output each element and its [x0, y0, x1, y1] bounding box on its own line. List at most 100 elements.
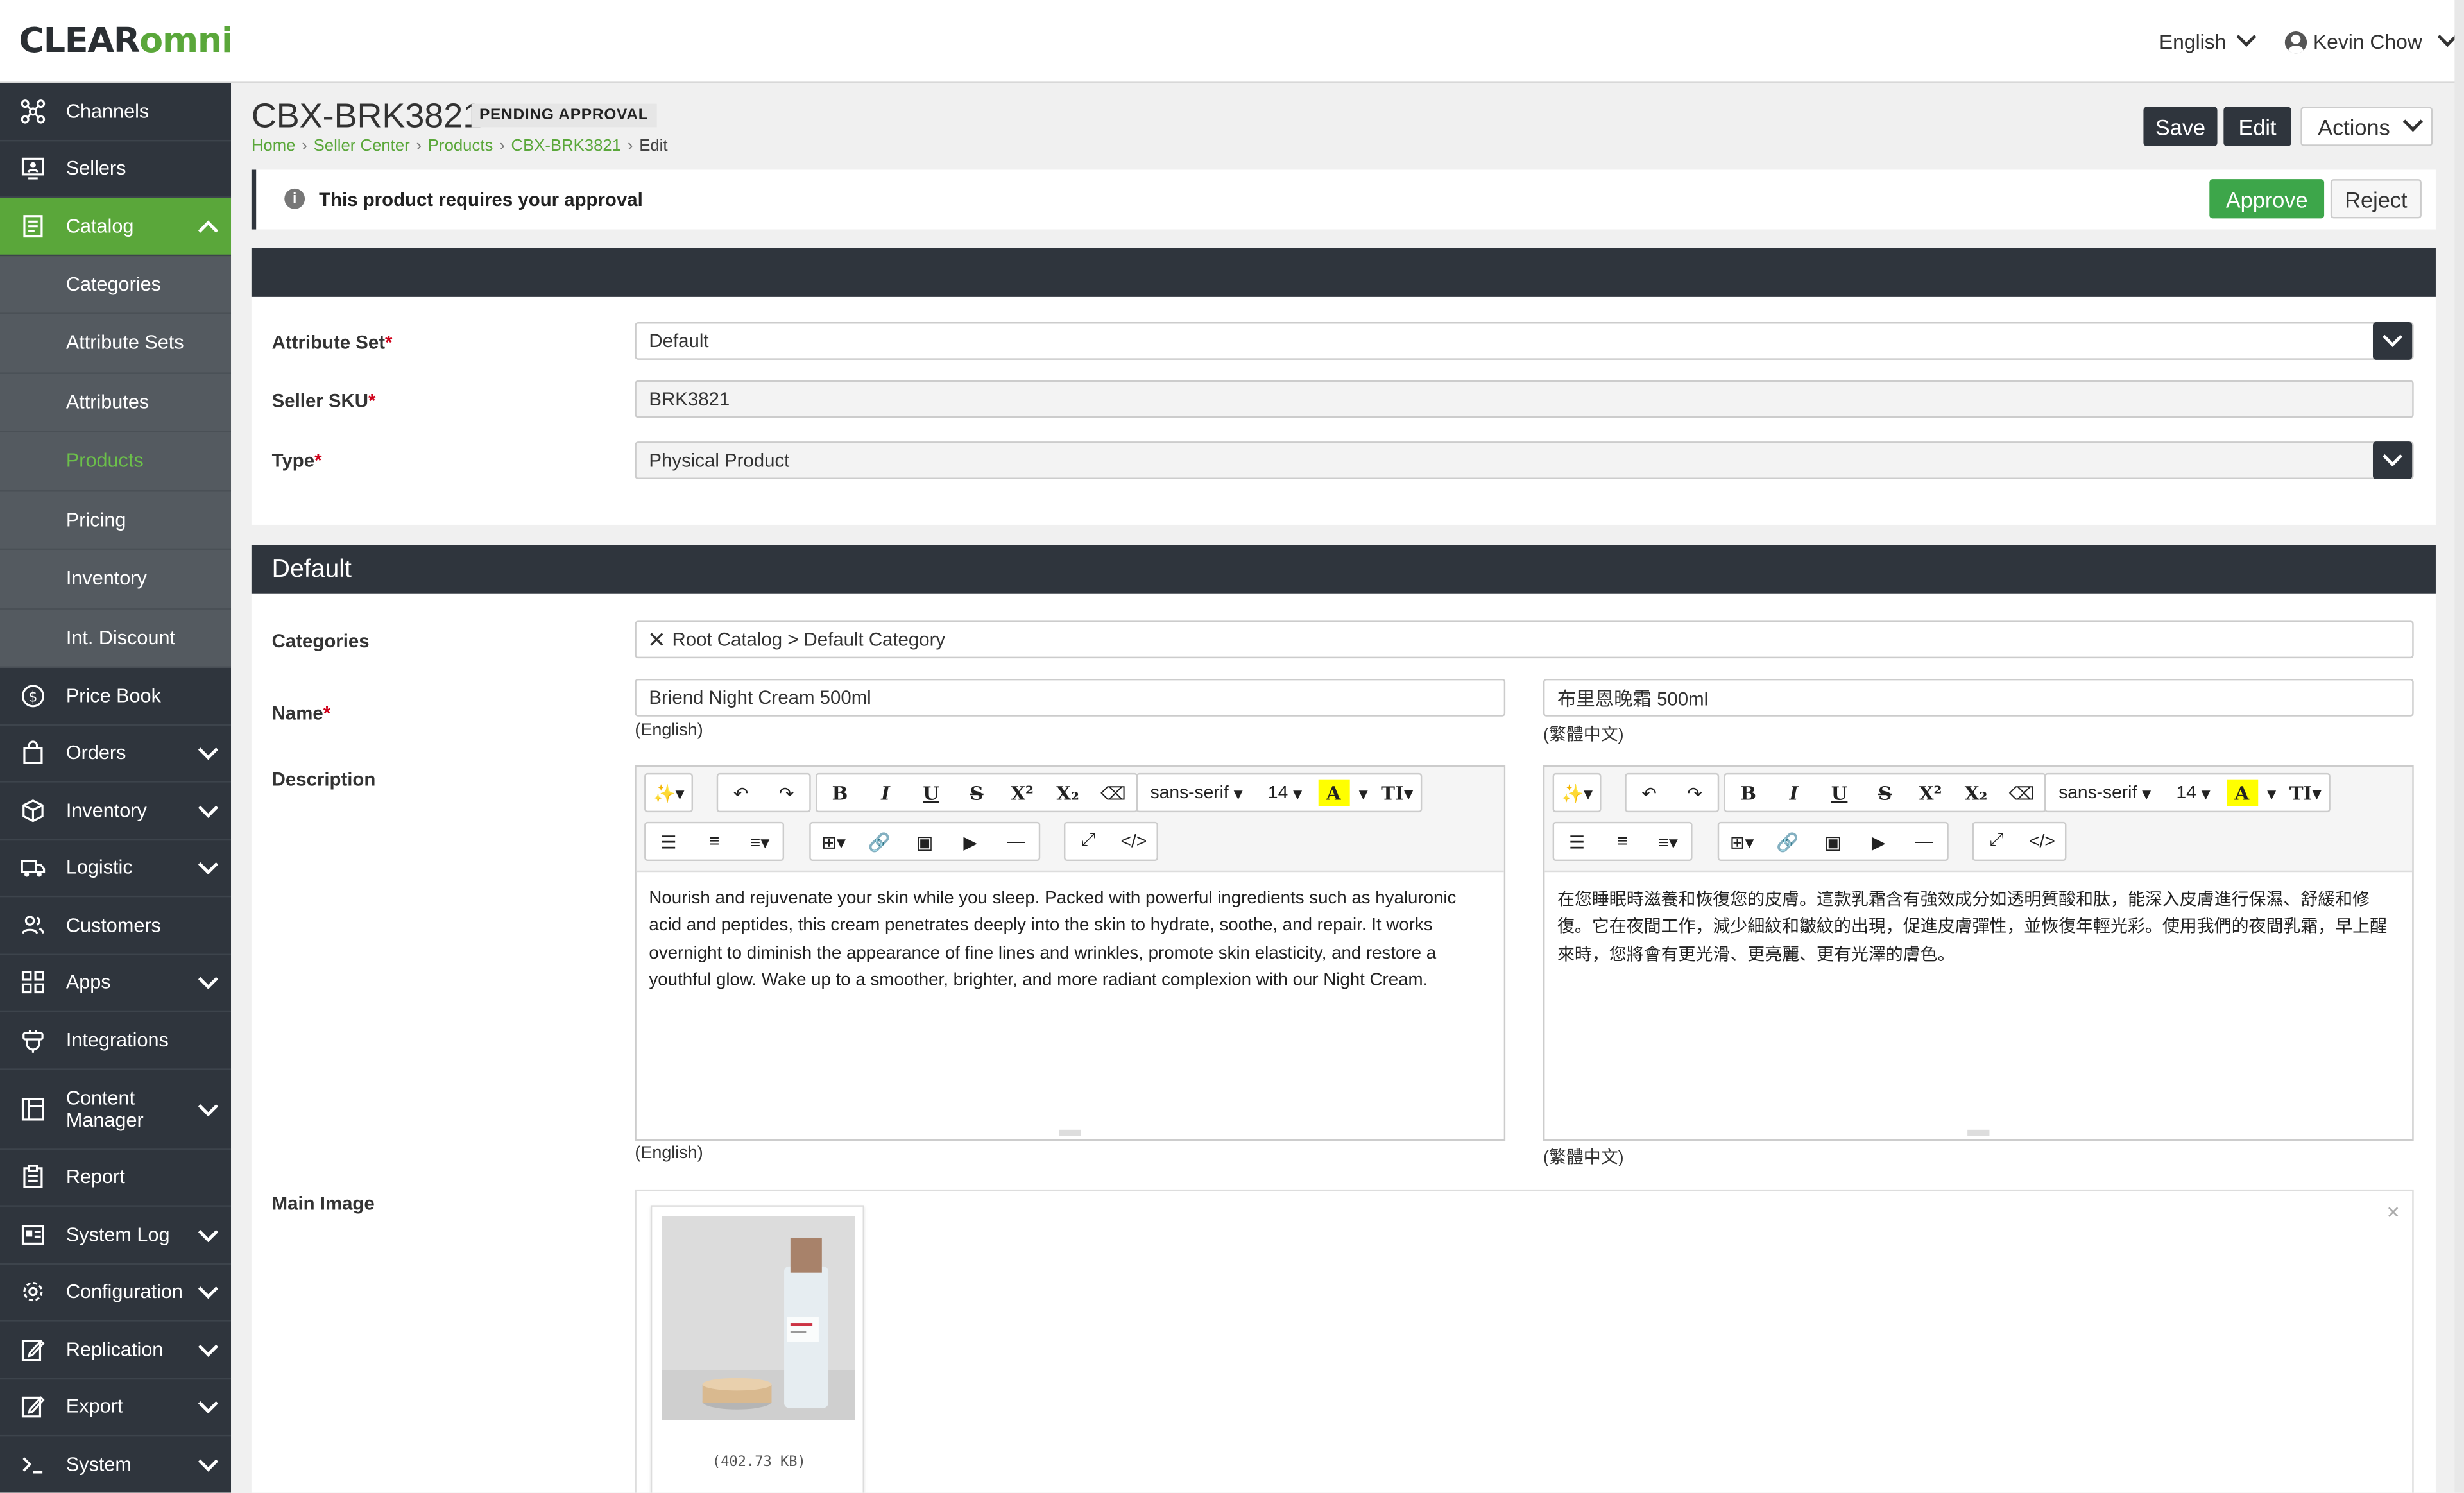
sidebar-item-system-log[interactable]: System Log — [0, 1207, 232, 1265]
actions-dropdown[interactable]: Actions — [2300, 107, 2433, 146]
logo[interactable]: CLEARomni — [19, 22, 233, 61]
sidebar-item-catalog[interactable]: Catalog — [0, 198, 232, 255]
fullscreen-icon[interactable]: ⤢ — [1974, 823, 2019, 859]
sidebar-item-system[interactable]: System — [0, 1436, 232, 1493]
eraser-icon[interactable]: ⌫ — [1999, 774, 2044, 810]
eraser-icon[interactable]: ⌫ — [1091, 774, 1136, 810]
sidebar-item-sellers[interactable]: Sellers — [0, 141, 232, 198]
code-view-icon[interactable]: </> — [1111, 823, 1156, 859]
sidebar-item-logistic[interactable]: Logistic — [0, 840, 232, 898]
resize-handle[interactable] — [1059, 1129, 1081, 1136]
name-english-input[interactable]: Briend Night Cream 500ml — [635, 678, 1506, 717]
font-family-dropdown[interactable]: sans-serif ▾ — [1138, 774, 1255, 810]
italic-icon[interactable]: I — [1771, 774, 1817, 810]
table-icon[interactable]: ⊞▾ — [811, 823, 857, 859]
sidebar-item-apps[interactable]: Apps — [0, 955, 232, 1012]
main-image-dropzone[interactable]: × — [635, 1189, 2414, 1493]
sidebar-item-price-book[interactable]: $ Price Book — [0, 668, 232, 726]
highlight-color-icon[interactable]: A — [1317, 779, 1349, 806]
strikethrough-icon[interactable]: S — [954, 774, 1000, 810]
align-dropdown-icon[interactable]: ≡▾ — [1645, 823, 1691, 859]
superscript-icon[interactable]: X² — [1000, 774, 1045, 810]
align-dropdown-icon[interactable]: ≡▾ — [737, 823, 783, 859]
sidebar-item-integrations[interactable]: Integrations — [0, 1012, 232, 1070]
font-family-dropdown[interactable]: sans-serif ▾ — [2046, 774, 2164, 810]
color-dropdown-icon[interactable]: ▾ — [1353, 774, 1374, 810]
type-select[interactable]: Physical Product — [635, 441, 2414, 479]
text-size-icon[interactable]: TI▾ — [1374, 774, 1420, 810]
categories-field[interactable]: ✕ Root Catalog > Default Category — [635, 620, 2414, 659]
main-image-card[interactable]: (402.73 KB) — [650, 1205, 864, 1493]
language-selector[interactable]: English — [2159, 26, 2256, 53]
table-icon[interactable]: ⊞▾ — [1719, 823, 1765, 859]
breadcrumb-product[interactable]: CBX-BRK3821 — [511, 137, 621, 155]
horizontal-rule-icon[interactable]: — — [1901, 823, 1947, 859]
resize-handle[interactable] — [1967, 1129, 1990, 1136]
breadcrumb-products[interactable]: Products — [428, 137, 493, 155]
sidebar-item-orders[interactable]: Orders — [0, 725, 232, 783]
sidebar-item-configuration[interactable]: Configuration — [0, 1264, 232, 1322]
sidebar-item-channels[interactable]: Channels — [0, 83, 232, 141]
ordered-list-icon[interactable]: ≡ — [1600, 823, 1645, 859]
subscript-icon[interactable]: X₂ — [1045, 774, 1091, 810]
image-icon[interactable]: ▣ — [902, 823, 948, 859]
close-icon[interactable]: × — [2387, 1199, 2400, 1224]
edit-button[interactable]: Edit — [2223, 107, 2291, 146]
font-size-dropdown[interactable]: 14 ▾ — [1255, 774, 1314, 810]
sidebar-subitem-inventory[interactable]: Inventory — [0, 550, 232, 609]
fullscreen-icon[interactable]: ⤢ — [1065, 823, 1111, 859]
bold-icon[interactable]: B — [817, 774, 862, 810]
undo-icon[interactable]: ↶ — [1627, 774, 1672, 810]
superscript-icon[interactable]: X² — [1908, 774, 1953, 810]
remove-category-icon[interactable]: ✕ — [647, 626, 666, 653]
color-dropdown-icon[interactable]: ▾ — [2261, 774, 2282, 810]
italic-icon[interactable]: I — [863, 774, 909, 810]
breadcrumb-seller-center[interactable]: Seller Center — [314, 137, 410, 155]
text-size-icon[interactable]: TI▾ — [2282, 774, 2328, 810]
user-menu[interactable]: Kevin Chow — [2284, 26, 2458, 53]
save-button[interactable]: Save — [2143, 107, 2218, 146]
sidebar-subitem-products[interactable]: Products — [0, 432, 232, 491]
redo-icon[interactable]: ↷ — [1672, 774, 1718, 810]
underline-icon[interactable]: U — [909, 774, 954, 810]
ordered-list-icon[interactable]: ≡ — [692, 823, 737, 859]
highlight-color-icon[interactable]: A — [2226, 779, 2258, 806]
link-icon[interactable]: 🔗 — [1765, 823, 1810, 859]
description-english-text[interactable]: Nourish and rejuvenate your skin while y… — [649, 886, 1491, 994]
font-size-dropdown[interactable]: 14 ▾ — [2164, 774, 2223, 810]
sidebar-subitem-attribute-sets[interactable]: Attribute Sets — [0, 314, 232, 373]
unordered-list-icon[interactable]: ☰ — [646, 823, 692, 859]
sidebar-subitem-categories[interactable]: Categories — [0, 255, 232, 314]
sidebar-subitem-pricing[interactable]: Pricing — [0, 491, 232, 550]
sidebar-item-export[interactable]: Export — [0, 1379, 232, 1437]
description-chinese-text[interactable]: 在您睡眠時滋養和恢復您的皮膚。這款乳霜含有強效成分如透明質酸和肽，能深入皮膚進行… — [1557, 886, 2400, 968]
video-icon[interactable]: ▶ — [948, 823, 993, 859]
code-view-icon[interactable]: </> — [2019, 823, 2065, 859]
undo-icon[interactable]: ↶ — [718, 774, 764, 810]
sidebar-item-content-manager[interactable]: Content Manager — [0, 1070, 232, 1150]
underline-icon[interactable]: U — [1817, 774, 1862, 810]
unordered-list-icon[interactable]: ☰ — [1554, 823, 1600, 859]
redo-icon[interactable]: ↷ — [764, 774, 809, 810]
sidebar-item-report[interactable]: Report — [0, 1149, 232, 1207]
breadcrumb-home[interactable]: Home — [252, 137, 296, 155]
name-chinese-input[interactable]: 布里恩晚霜 500ml — [1543, 678, 2414, 717]
sidebar-subitem-attributes[interactable]: Attributes — [0, 373, 232, 432]
seller-sku-field[interactable]: BRK3821 — [635, 380, 2414, 418]
attribute-set-select[interactable]: Default — [635, 322, 2414, 360]
page-scrollbar[interactable] — [2454, 0, 2464, 1493]
strikethrough-icon[interactable]: S — [1862, 774, 1908, 810]
sidebar-item-replication[interactable]: Replication — [0, 1322, 232, 1379]
sidebar-item-customers[interactable]: Customers — [0, 897, 232, 955]
reject-button[interactable]: Reject — [2330, 179, 2422, 219]
subscript-icon[interactable]: X₂ — [1953, 774, 1999, 810]
magic-wand-icon[interactable]: ✨▾ — [646, 774, 692, 810]
approve-button[interactable]: Approve — [2209, 179, 2325, 219]
bold-icon[interactable]: B — [1725, 774, 1771, 810]
horizontal-rule-icon[interactable]: — — [993, 823, 1039, 859]
sidebar-item-inventory[interactable]: Inventory — [0, 783, 232, 840]
video-icon[interactable]: ▶ — [1856, 823, 1901, 859]
link-icon[interactable]: 🔗 — [857, 823, 902, 859]
image-icon[interactable]: ▣ — [1810, 823, 1856, 859]
magic-wand-icon[interactable]: ✨▾ — [1554, 774, 1600, 810]
